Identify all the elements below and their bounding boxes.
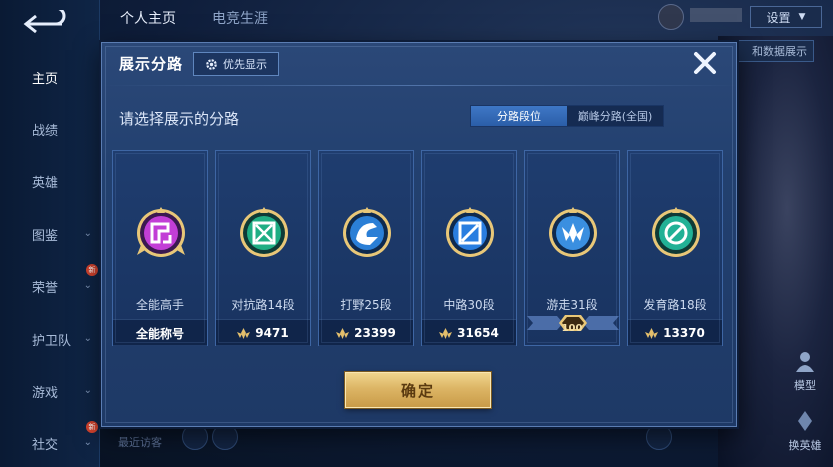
nav-label: 护卫队: [32, 333, 72, 349]
model-icon: [796, 352, 814, 372]
close-icon[interactable]: [690, 48, 720, 78]
gear-icon: [206, 58, 217, 70]
nav-label: 图鉴: [32, 228, 59, 244]
model-button[interactable]: 模型: [782, 348, 828, 394]
nav-label: 主页: [32, 71, 59, 87]
lane-name: 发育路18段: [643, 298, 707, 312]
priority-display-button[interactable]: 优先显示: [193, 52, 279, 76]
tab-esports-career[interactable]: 电竞生涯: [212, 8, 268, 28]
back-arrow-icon[interactable]: [22, 10, 68, 36]
all-round-title: 全能称号: [135, 326, 184, 341]
settings-label: 设置: [766, 10, 791, 25]
chevron-down-icon: ⌄: [83, 333, 92, 344]
roam-emblem-icon: [549, 207, 597, 257]
rank-points-icon: [645, 327, 659, 339]
header-divider: [102, 85, 738, 86]
model-label: 模型: [794, 379, 816, 392]
swap-hero-label: 换英雄: [788, 439, 822, 452]
visitor-avatar[interactable]: [212, 424, 238, 450]
lane-footer: 23399: [319, 319, 413, 346]
lane-card-farm[interactable]: 发育路18段 13370: [627, 150, 723, 346]
tab-personal-home[interactable]: 个人主页: [120, 8, 176, 28]
lane-score: 9471: [255, 326, 289, 340]
chevron-down-icon: ▼: [798, 12, 806, 22]
lane-name: 中路30段: [443, 298, 495, 312]
top-tab-bar: 个人主页 电竞生涯: [100, 0, 620, 36]
lane-card-clash[interactable]: 对抗路14段 9471: [215, 150, 311, 346]
data-display-label: 和数据展示: [752, 45, 807, 58]
app-screen: 主页 战绩 英雄 图鉴 ⌄ 荣誉 ⌄ 新 护卫队 ⌄ 游戏 ⌄ 社交 ⌄ 新 个人主页 电…: [0, 0, 833, 467]
nav-item-games[interactable]: 游戏 ⌄: [0, 376, 100, 406]
lane-footer: 9471: [216, 319, 310, 346]
lane-mode-switch: 分路段位 巅峰分路(全国): [470, 105, 664, 127]
lane-score: 13370: [663, 326, 705, 340]
rank-points-icon: [336, 327, 350, 339]
action-button[interactable]: [646, 424, 672, 450]
lane-card-all-round[interactable]: 全能高手 全能称号: [112, 150, 208, 346]
chevron-down-icon: ⌄: [83, 437, 92, 448]
dialog-header: 展示分路 优先显示: [102, 43, 736, 83]
priority-display-label: 优先显示: [223, 58, 267, 71]
player-id-badge: [690, 8, 742, 22]
left-sidebar: 主页 战绩 英雄 图鉴 ⌄ 荣誉 ⌄ 新 护卫队 ⌄ 游戏 ⌄ 社交 ⌄ 新: [0, 0, 100, 467]
nav-label: 社交: [32, 437, 59, 453]
nav-label: 英雄: [32, 175, 59, 191]
nav-item-codex[interactable]: 图鉴 ⌄: [0, 219, 100, 249]
chevron-down-icon: ⌄: [83, 280, 92, 291]
lane-name: 全能高手: [135, 298, 184, 312]
lane-footer: 全能称号: [113, 319, 207, 346]
nav-item-social[interactable]: 社交 ⌄: [0, 428, 100, 458]
nav-label: 游戏: [32, 385, 59, 401]
tab-lane-rank[interactable]: 分路段位: [471, 106, 567, 126]
swap-hero-icon: [798, 411, 812, 431]
nav-label: 战绩: [32, 123, 59, 139]
nav-item-heroes[interactable]: 英雄: [0, 166, 100, 196]
jungle-emblem-icon: [343, 207, 391, 257]
dialog-subtitle: 请选择展示的分路: [119, 110, 240, 128]
data-display-button[interactable]: 和数据展示: [726, 40, 814, 62]
lane-card-mid[interactable]: 中路30段 31654: [421, 150, 517, 346]
new-badge: 新: [86, 421, 98, 433]
mid-lane-emblem-icon: [446, 207, 494, 257]
lane-footer: 13370: [628, 319, 722, 346]
visitor-avatar[interactable]: [182, 424, 208, 450]
lane-footer: 31654: [422, 319, 516, 346]
nav-label: 荣誉: [32, 280, 59, 296]
dialog-title: 展示分路: [119, 55, 184, 73]
lane-card-roam[interactable]: 游走31段 100: [524, 150, 620, 346]
clash-lane-emblem-icon: [240, 207, 288, 257]
lane-card-jungle[interactable]: 打野25段 23399: [318, 150, 414, 346]
rank-points-icon: [237, 327, 251, 339]
nav-item-home[interactable]: 主页: [0, 62, 100, 92]
new-badge: 新: [86, 264, 98, 276]
lane-display-dialog: 展示分路 优先显示 请选择展示的分路 分路段位 巅峰分路(全国) 全能高手 全能…: [101, 42, 738, 427]
swap-hero-button[interactable]: 换英雄: [780, 408, 830, 454]
rank-points-icon: [439, 327, 453, 339]
tab-peak-lane[interactable]: 巅峰分路(全国): [567, 106, 663, 126]
peak-rank-number: 100: [561, 323, 583, 334]
recent-visitors-label[interactable]: 最近访客: [118, 434, 162, 450]
nav-item-guard[interactable]: 护卫队 ⌄: [0, 324, 100, 354]
lane-footer: 100: [525, 319, 619, 346]
lane-card-list: 全能高手 全能称号 对抗路14段 9471 打野25段 23399 中路30段 …: [112, 150, 724, 346]
lane-name: 打野25段: [340, 298, 392, 312]
lane-name: 游走31段: [546, 298, 598, 312]
all-round-emblem-icon: [137, 207, 185, 257]
avatar[interactable]: [658, 4, 684, 30]
farm-lane-emblem-icon: [652, 207, 700, 257]
lane-score: 31654: [457, 326, 499, 340]
lane-name: 对抗路14段: [231, 298, 295, 312]
nav-item-honor[interactable]: 荣誉 ⌄: [0, 271, 100, 301]
settings-button[interactable]: 设置 ▼: [750, 6, 822, 28]
lane-score: 23399: [354, 326, 396, 340]
confirm-button[interactable]: 确定: [345, 372, 491, 408]
chevron-down-icon: ⌄: [83, 228, 92, 239]
nav-item-record[interactable]: 战绩: [0, 114, 100, 144]
chevron-down-icon: ⌄: [83, 385, 92, 396]
